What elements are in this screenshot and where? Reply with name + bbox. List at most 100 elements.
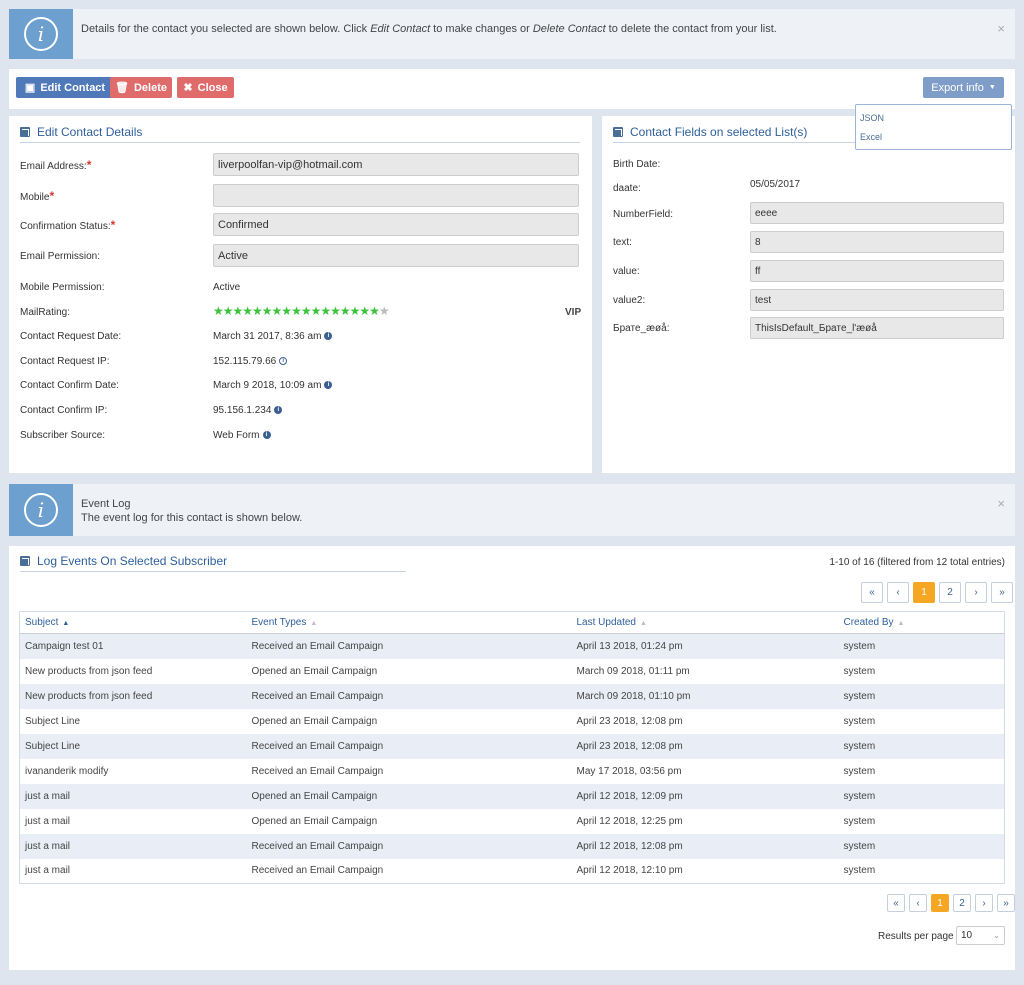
- edit-icon: [20, 127, 30, 137]
- mailrating-stars: ★★★★★★★★★★★★★★★★★★: [213, 304, 390, 318]
- contact-request-ip-label: Contact Request IP:: [20, 356, 110, 367]
- edit-icon: [613, 127, 623, 137]
- sort-icon: ▲: [310, 620, 318, 627]
- sort-icon: ▲: [897, 620, 905, 627]
- contact-fields-panel: Contact Fields on selected List(s) Birth…: [602, 116, 1015, 473]
- edit-contact-details-panel: Edit Contact Details Email Address:* liv…: [9, 116, 592, 473]
- email-permission-select[interactable]: Active: [213, 244, 579, 267]
- page-1-button[interactable]: 1: [931, 894, 949, 912]
- table-row[interactable]: Campaign test 01 Received an Email Campai…: [19, 633, 1005, 659]
- last-page-button[interactable]: »: [991, 582, 1013, 603]
- brate-input[interactable]: ThisIsDefault_Братe_l'æøå: [750, 317, 1004, 339]
- birth-date-label: Birth Date:: [613, 159, 661, 170]
- next-page-button[interactable]: ›: [965, 582, 987, 603]
- email-field[interactable]: liverpoolfan-vip@hotmail.com: [213, 153, 579, 176]
- email-label: Email Address:*: [20, 158, 92, 172]
- table-row[interactable]: just a mail Opened an Email Campaign April…: [19, 808, 1005, 834]
- export-dropdown-menu: JSON Excel: [855, 104, 1012, 150]
- close-alert-icon[interactable]: ×: [997, 21, 1005, 36]
- save-icon: ▣: [24, 82, 36, 94]
- first-page-button[interactable]: «: [861, 582, 883, 603]
- table-row[interactable]: New products from json feed Received an E…: [19, 683, 1005, 709]
- pagination-bottom: « ‹ 1 2 › »: [887, 894, 1015, 912]
- contact-info-alert: i Details for the contact you selected a…: [9, 9, 1015, 59]
- table-row[interactable]: ivananderik modify Received an Email Camp…: [19, 758, 1005, 784]
- brate-label: Братe_æøå:: [613, 323, 670, 334]
- event-log-alert-title: Event Log: [81, 498, 131, 510]
- confirmation-status-label: Confirmation Status:*: [20, 218, 116, 232]
- first-page-button[interactable]: «: [887, 894, 905, 912]
- subscriber-source-value: Web Form i: [213, 430, 271, 441]
- event-log-table: Subject ▲ Event Types ▲ Last Updated ▲ Crea…: [19, 611, 1005, 884]
- results-per-page-select[interactable]: 10 ⌄: [956, 926, 1005, 945]
- info-icon-box: i: [9, 9, 73, 59]
- col-subject[interactable]: Subject ▲: [19, 611, 247, 634]
- mobile-field[interactable]: [213, 184, 579, 207]
- export-excel-option[interactable]: Excel: [860, 132, 882, 142]
- value2-input[interactable]: test: [750, 289, 1004, 311]
- info-icon: i: [24, 493, 58, 527]
- info-outline-icon[interactable]: i: [279, 357, 288, 366]
- subscriber-source-label: Subscriber Source:: [20, 430, 106, 441]
- value2-label: value2:: [613, 295, 646, 306]
- toolbar: ▣ Edit Contact 🗑 Delete ✖ Close Export info…: [9, 69, 1015, 109]
- text-input[interactable]: 8: [750, 231, 1004, 253]
- next-page-button[interactable]: ›: [975, 894, 993, 912]
- close-button[interactable]: ✖ Close: [177, 77, 234, 98]
- contact-request-date-value: March 31 2017, 8:36 am i: [213, 331, 333, 342]
- contact-request-ip-value: 152.115.79.66 i: [213, 356, 288, 367]
- alert-text: Details for the contact you selected are…: [81, 23, 777, 35]
- event-log-alert-text: The event log for this contact is shown …: [81, 512, 303, 524]
- page-2-button[interactable]: 2: [939, 582, 961, 603]
- sort-asc-icon: ▲: [62, 620, 70, 627]
- log-events-panel: Log Events On Selected Subscriber 1-10 o…: [9, 546, 1015, 970]
- prev-page-button[interactable]: ‹: [909, 894, 927, 912]
- pagination-top: « ‹ 1 2 › »: [861, 582, 1013, 603]
- table-row[interactable]: just a mail Received an Email Campaign Apr…: [19, 833, 1005, 859]
- col-created-by[interactable]: Created By ▲: [838, 611, 1005, 634]
- delete-button[interactable]: 🗑 Delete: [110, 77, 172, 98]
- value-input[interactable]: ff: [750, 260, 1004, 282]
- email-permission-label: Email Permission:: [20, 251, 101, 262]
- panel-title: Contact Fields on selected List(s): [613, 125, 807, 139]
- page-2-button[interactable]: 2: [953, 894, 971, 912]
- edit-contact-button[interactable]: ▣ Edit Contact: [16, 77, 114, 98]
- last-page-button[interactable]: »: [997, 894, 1015, 912]
- info-icon-box: i: [9, 484, 73, 536]
- entries-summary: 1-10 of 16 (filtered from 12 total entri…: [829, 557, 1005, 568]
- numberfield-input[interactable]: eeee: [750, 202, 1004, 224]
- info-icon[interactable]: i: [324, 332, 333, 341]
- col-event-types[interactable]: Event Types ▲: [246, 611, 572, 634]
- table-row[interactable]: just a mail Received an Email Campaign Apr…: [19, 858, 1005, 884]
- sort-icon: ▲: [640, 620, 647, 627]
- confirmation-status-select[interactable]: Confirmed: [213, 213, 579, 236]
- results-per-page-label: Results per page: [878, 931, 954, 942]
- daate-value: 05/05/2017: [750, 179, 801, 190]
- daate-label: daate:: [613, 183, 641, 194]
- prev-page-button[interactable]: ‹: [887, 582, 909, 603]
- table-row[interactable]: Subject Line Received an Email Campaign Ap…: [19, 733, 1005, 759]
- divider: [20, 571, 406, 572]
- col-last-updated[interactable]: Last Updated ▲: [571, 611, 839, 634]
- table-row[interactable]: New products from json feed Opened an Ema…: [19, 658, 1005, 684]
- numberfield-label: NumberField:: [613, 209, 674, 220]
- edit-icon: [20, 556, 30, 566]
- export-info-button[interactable]: Export info ▼: [923, 77, 1004, 98]
- info-icon[interactable]: i: [262, 431, 271, 440]
- page-1-button[interactable]: 1: [913, 582, 935, 603]
- info-icon: i: [24, 17, 58, 51]
- caret-down-icon: ▼: [988, 84, 996, 91]
- vip-badge: VIP: [565, 307, 582, 318]
- panel-title: Edit Contact Details: [20, 125, 142, 139]
- close-alert-icon[interactable]: ×: [997, 496, 1005, 511]
- close-icon: ✖: [183, 82, 193, 94]
- info-icon[interactable]: i: [324, 381, 333, 390]
- table-row[interactable]: just a mail Opened an Email Campaign April…: [19, 783, 1005, 809]
- export-json-option[interactable]: JSON: [860, 113, 884, 123]
- text-label: text:: [613, 237, 632, 248]
- table-row[interactable]: Subject Line Opened an Email Campaign Apri…: [19, 708, 1005, 734]
- trash-icon: 🗑: [115, 82, 129, 94]
- panel-title: Log Events On Selected Subscriber: [20, 554, 227, 568]
- info-icon[interactable]: i: [274, 406, 283, 415]
- mobile-permission-label: Mobile Permission:: [20, 282, 105, 293]
